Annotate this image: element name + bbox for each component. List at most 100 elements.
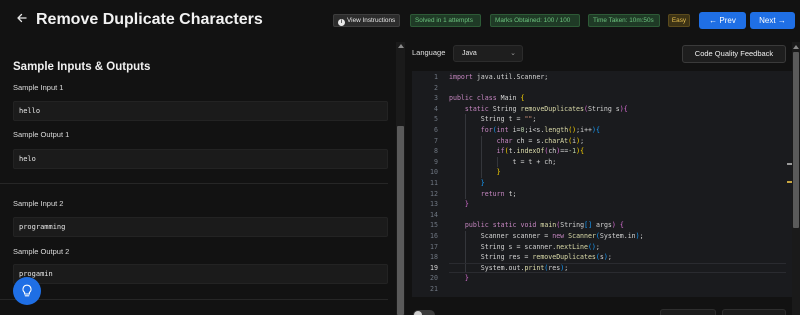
- code-token: []: [584, 221, 593, 230]
- header-bar: Remove Duplicate Characters i View Instru…: [0, 0, 800, 42]
- code-token: class: [476, 94, 497, 103]
- code-line[interactable]: for(int i=0;i<s.length();i++){: [449, 125, 600, 136]
- code-token: String s = scanner.: [449, 242, 557, 251]
- line-number: 17: [430, 242, 438, 251]
- code-line[interactable]: public static void main(String[] args) {: [449, 220, 624, 231]
- line-number: 13: [430, 200, 438, 209]
- line-number: 11: [430, 179, 438, 187]
- page-title: Remove Duplicate Characters: [36, 11, 263, 28]
- code-line[interactable]: return t;: [449, 189, 517, 200]
- prev-button[interactable]: ← Prev: [699, 12, 746, 29]
- code-token: Scanner: [568, 232, 596, 240]
- code-line[interactable]: String s = scanner.nextLine();: [449, 242, 600, 253]
- chevron-down-icon: ⌄: [510, 50, 516, 57]
- code-token: {: [596, 126, 600, 134]
- sample-output-label: Sample Output 1: [13, 130, 70, 139]
- code-token: args: [592, 221, 612, 230]
- code-token: char: [496, 136, 513, 145]
- code-token: i=: [508, 126, 521, 134]
- lightbulb-icon: [22, 284, 32, 297]
- code-token: t.: [508, 147, 517, 156]
- scroll-up-icon[interactable]: [398, 44, 404, 48]
- code-line[interactable]: static String removeDuplicates(String s)…: [449, 104, 628, 115]
- language-select[interactable]: Java ⌄: [453, 45, 523, 62]
- code-token: static: [464, 104, 489, 113]
- samples-scrollbar[interactable]: [396, 42, 405, 315]
- code-line[interactable]: }: [449, 199, 469, 210]
- samples-panel: Sample Inputs & Outputs Sample Input 1 h…: [0, 42, 396, 315]
- code-token: nextLine: [556, 242, 588, 251]
- language-label: Language: [412, 48, 446, 57]
- code-text-area[interactable]: import java.util.Scanner; public class Ma…: [449, 71, 786, 297]
- code-token: (): [568, 126, 577, 134]
- code-token: for: [480, 126, 493, 134]
- toggle-switch[interactable]: [413, 310, 435, 315]
- line-number: 20: [430, 274, 438, 283]
- scrollbar-thumb[interactable]: [793, 52, 799, 228]
- language-value: Java: [462, 50, 477, 57]
- code-token: }: [464, 274, 469, 283]
- code-line[interactable]: String res = removeDuplicates(s);: [449, 252, 612, 263]
- next-button[interactable]: Next →: [750, 12, 795, 29]
- code-token: length: [544, 126, 569, 134]
- code-token: -1: [568, 147, 577, 156]
- code-token: if: [496, 147, 505, 156]
- code-token: {: [623, 104, 628, 113]
- code-quality-feedback-button[interactable]: Code Quality Feedback: [682, 45, 786, 63]
- line-number: 5: [434, 115, 438, 124]
- line-number: 3: [434, 94, 438, 103]
- line-number: 19: [430, 263, 438, 272]
- code-token: System.in: [599, 232, 636, 240]
- code-line[interactable]: public class Main {: [449, 93, 524, 104]
- code-token: }: [480, 179, 485, 187]
- code-line[interactable]: System.out.print(res);: [449, 263, 568, 274]
- scrollbar-thumb[interactable]: [397, 126, 404, 315]
- editor-panel-scrollbar[interactable]: [792, 42, 800, 315]
- line-number: 22: [412, 295, 438, 297]
- code-line[interactable]: char ch = s.charAt(i);: [449, 136, 584, 147]
- line-number: 10: [430, 168, 438, 177]
- action-button[interactable]: [722, 309, 786, 315]
- code-token: public: [449, 94, 473, 103]
- code-token: }: [464, 200, 469, 209]
- code-token: removeDuplicates: [532, 253, 596, 262]
- action-button[interactable]: [660, 309, 716, 315]
- code-line[interactable]: import java.util.Scanner;: [449, 72, 548, 83]
- marks-badge: Marks Obtained: 100 / 100: [490, 14, 580, 27]
- code-token: main: [540, 221, 557, 230]
- code-token: ;: [639, 232, 644, 240]
- code-line[interactable]: String t = "";: [449, 114, 537, 125]
- code-editor[interactable]: 12345678910111213141516171819202122 impo…: [412, 71, 786, 297]
- scroll-up-icon[interactable]: [793, 45, 799, 49]
- view-instructions-button[interactable]: i View Instructions: [333, 14, 400, 27]
- code-token: ch = s.: [512, 136, 545, 145]
- sample-output-box: progamin: [13, 264, 388, 284]
- line-number: 21: [430, 285, 438, 293]
- code-token: import: [449, 73, 473, 81]
- code-line[interactable]: Scanner scanner = new Scanner(System.in)…: [449, 231, 644, 242]
- code-token: ;: [595, 242, 600, 251]
- hint-button[interactable]: [13, 277, 41, 305]
- toggle-knob: [414, 311, 422, 315]
- code-line[interactable]: }: [449, 273, 469, 284]
- code-token: ;: [607, 253, 612, 262]
- sample-input-box: hello: [13, 101, 388, 121]
- sample-input-label: Sample Input 1: [13, 83, 64, 92]
- info-icon: i: [338, 19, 345, 26]
- arrow-left-icon[interactable]: [16, 11, 30, 29]
- divider: [0, 183, 388, 184]
- code-token: Main: [496, 94, 521, 103]
- code-line[interactable]: t = t + ch;: [449, 157, 557, 168]
- code-token: java.util.Scanner;: [472, 73, 549, 81]
- code-line[interactable]: if(t.indexOf(ch)==-1){: [449, 146, 584, 157]
- code-line[interactable]: }: [449, 178, 485, 189]
- code-line[interactable]: }: [449, 167, 501, 178]
